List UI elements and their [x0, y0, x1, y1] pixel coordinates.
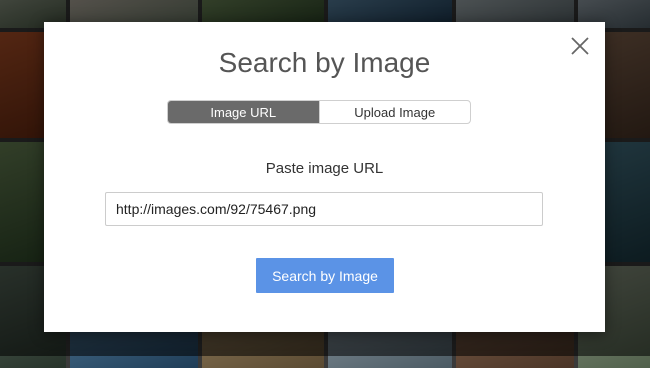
tab-upload-image[interactable]: Upload Image — [318, 101, 471, 123]
tab-image-url[interactable]: Image URL — [168, 101, 319, 123]
url-prompt-label: Paste image URL — [265, 160, 384, 177]
search-by-image-dialog: Search by Image Image URL Upload Image P… — [44, 22, 605, 332]
source-toggle: Image URL Upload Image — [167, 100, 471, 124]
dialog-title: Search by Image — [218, 47, 431, 78]
search-by-image-button[interactable]: Search by Image — [256, 258, 394, 293]
image-url-input[interactable] — [105, 192, 543, 226]
